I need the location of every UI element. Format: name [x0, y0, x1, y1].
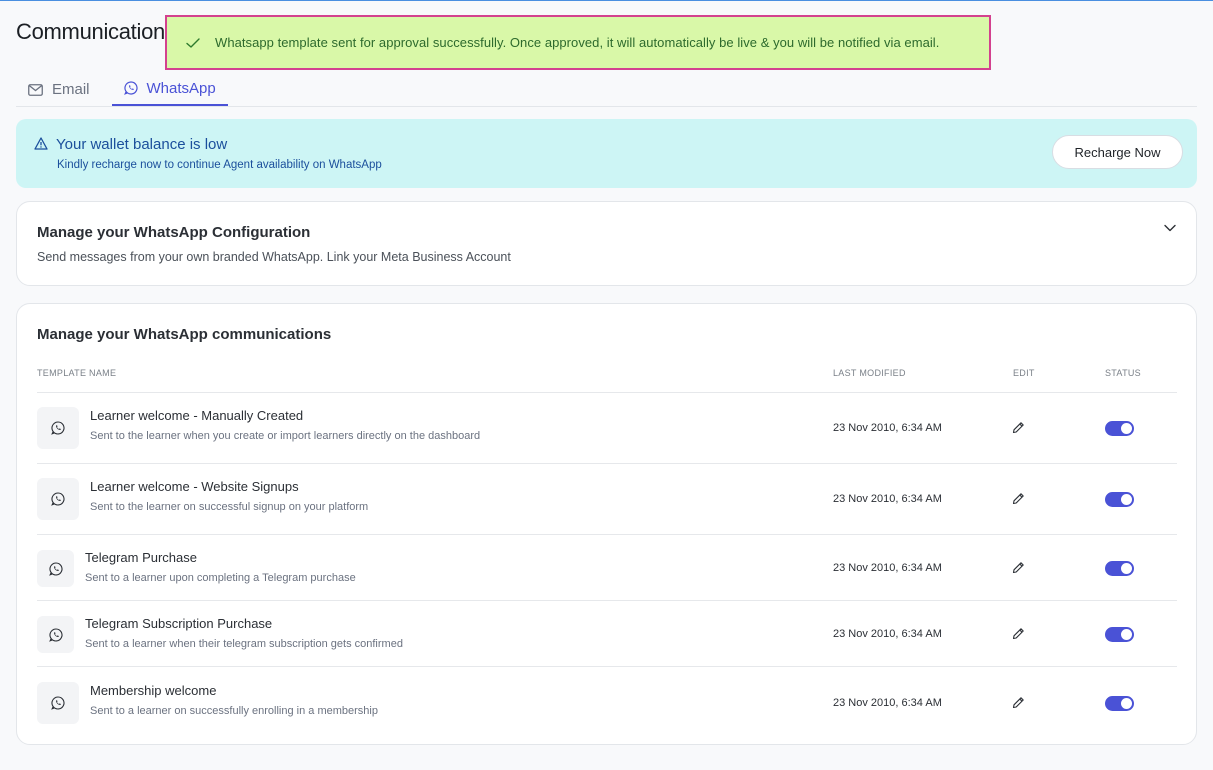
last-modified: 23 Nov 2010, 6:34 AM: [833, 697, 942, 709]
last-modified: 23 Nov 2010, 6:34 AM: [833, 562, 942, 574]
template-name: Learner welcome - Website Signups: [90, 479, 299, 494]
col-edit: EDIT: [1013, 368, 1035, 378]
warning-icon: [34, 137, 48, 150]
whatsapp-icon: [37, 616, 74, 653]
template-name: Learner welcome - Manually Created: [90, 408, 304, 423]
whatsapp-icon: [37, 550, 74, 587]
pencil-icon[interactable]: [1012, 696, 1025, 709]
status-toggle[interactable]: [1105, 421, 1134, 436]
pencil-icon[interactable]: [1012, 492, 1025, 505]
whatsapp-configuration-card[interactable]: Manage your WhatsApp Configuration Send …: [16, 201, 1197, 286]
success-toast: Whatsapp template sent for approval succ…: [165, 15, 991, 70]
table-row: Telegram Purchase Sent to a learner upon…: [37, 535, 1177, 601]
col-status: STATUS: [1105, 368, 1141, 378]
template-name: Membership welcome: [90, 683, 217, 698]
status-toggle[interactable]: [1105, 561, 1134, 576]
pencil-icon[interactable]: [1012, 627, 1025, 640]
col-template-name: TEMPLATE NAME: [37, 368, 117, 378]
col-last-modified: LAST MODIFIED: [833, 368, 906, 378]
pencil-icon[interactable]: [1012, 421, 1025, 434]
last-modified: 23 Nov 2010, 6:34 AM: [833, 493, 942, 505]
wallet-alert-title: Your wallet balance is low: [56, 136, 228, 153]
toast-message: Whatsapp template sent for approval succ…: [215, 35, 940, 50]
pencil-icon[interactable]: [1012, 561, 1025, 574]
table-header: TEMPLATE NAME LAST MODIFIED EDIT STATUS: [37, 366, 1177, 393]
whatsapp-communications-card: Manage your WhatsApp communications TEMP…: [16, 303, 1197, 745]
template-name: Telegram Purchase: [85, 550, 197, 565]
config-title: Manage your WhatsApp Configuration: [37, 224, 311, 241]
whatsapp-icon: [37, 682, 79, 724]
tab-whatsapp-label: WhatsApp: [146, 79, 216, 97]
table-row: Telegram Subscription Purchase Sent to a…: [37, 601, 1177, 667]
template-description: Sent to the learner when you create or i…: [90, 430, 481, 442]
last-modified: 23 Nov 2010, 6:34 AM: [833, 628, 942, 640]
table-row: Membership welcome Sent to a learner on …: [37, 667, 1177, 739]
top-accent-line: [0, 0, 1213, 1]
table-row: Learner welcome - Website Signups Sent t…: [37, 464, 1177, 535]
template-description: Sent to a learner upon completing a Tele…: [85, 572, 356, 584]
recharge-now-button[interactable]: Recharge Now: [1052, 135, 1183, 169]
channel-tabs: Email WhatsApp: [16, 72, 1197, 107]
last-modified: 23 Nov 2010, 6:34 AM: [833, 422, 942, 434]
chevron-down-icon[interactable]: [1164, 224, 1176, 232]
tab-whatsapp[interactable]: WhatsApp: [111, 72, 228, 106]
template-description: Sent to a learner when their telegram su…: [85, 638, 403, 650]
template-description: Sent to the learner on successful signup…: [90, 501, 369, 513]
status-toggle[interactable]: [1105, 627, 1134, 642]
template-name: Telegram Subscription Purchase: [85, 616, 273, 631]
table-row: Learner welcome - Manually Created Sent …: [37, 393, 1177, 464]
whatsapp-icon: [123, 81, 138, 95]
page-title: Communications: [16, 19, 176, 44]
whatsapp-icon: [37, 407, 79, 449]
whatsapp-icon: [37, 478, 79, 520]
wallet-alert: Your wallet balance is low Kindly rechar…: [16, 119, 1197, 188]
wallet-alert-subtitle: Kindly recharge now to continue Agent av…: [57, 159, 382, 171]
tab-email-label: Email: [52, 81, 90, 98]
comms-title: Manage your WhatsApp communications: [37, 326, 332, 343]
template-description: Sent to a learner on successfully enroll…: [90, 705, 378, 717]
mail-icon: [28, 83, 43, 96]
check-icon: [185, 35, 201, 51]
tab-email[interactable]: Email: [16, 72, 102, 107]
config-subtitle: Send messages from your own branded What…: [37, 250, 511, 264]
status-toggle[interactable]: [1105, 492, 1134, 507]
status-toggle[interactable]: [1105, 696, 1134, 711]
